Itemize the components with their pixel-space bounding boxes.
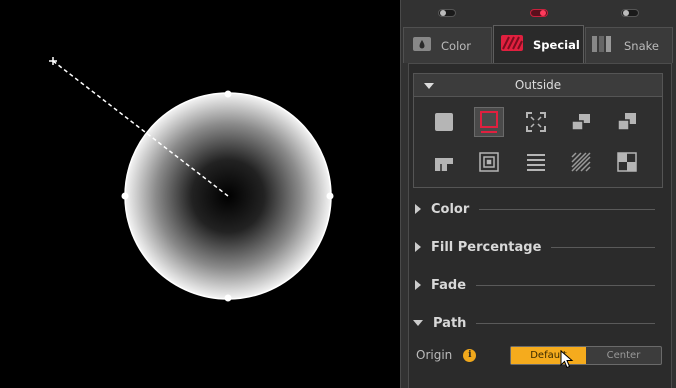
checker-icon bbox=[617, 152, 637, 172]
section-fade-label: Fade bbox=[431, 277, 467, 293]
tab-snake-label: Snake bbox=[624, 38, 659, 53]
style-lines[interactable] bbox=[521, 147, 551, 177]
tab-snake[interactable]: Snake bbox=[585, 27, 673, 63]
style-square-outline[interactable] bbox=[474, 107, 504, 137]
outside-style-grid bbox=[413, 97, 663, 188]
lines-icon bbox=[527, 154, 545, 171]
style-stacked-squares[interactable] bbox=[566, 107, 596, 137]
section-path[interactable]: Path bbox=[413, 313, 663, 333]
concentric-squares-icon bbox=[479, 152, 499, 172]
steps-icon bbox=[435, 158, 453, 171]
section-fill-percentage-label: Fill Percentage bbox=[431, 239, 542, 255]
expand-arrow-icon bbox=[415, 242, 421, 252]
stacked-squares-icon bbox=[571, 114, 590, 131]
expand-arrow-icon bbox=[415, 204, 421, 214]
style-steps[interactable] bbox=[429, 147, 459, 177]
handle-left[interactable] bbox=[121, 192, 129, 200]
style-diagonal-hatch[interactable] bbox=[566, 147, 596, 177]
color-drop-icon bbox=[413, 37, 431, 54]
style-square-fill[interactable] bbox=[429, 107, 459, 137]
origin-default-option[interactable]: Default bbox=[511, 347, 586, 364]
expand-arrow-icon bbox=[415, 280, 421, 290]
handle-bottom[interactable] bbox=[224, 294, 232, 302]
style-checker[interactable] bbox=[612, 147, 642, 177]
origin-label: Origin bbox=[416, 348, 453, 362]
style-offset-squares[interactable] bbox=[612, 107, 642, 137]
square-fill-icon bbox=[435, 113, 453, 131]
divider bbox=[476, 322, 655, 324]
handle-right[interactable] bbox=[326, 192, 334, 200]
toggle-color[interactable] bbox=[438, 9, 456, 17]
section-path-label: Path bbox=[433, 315, 467, 331]
outside-title: Outside bbox=[514, 78, 562, 92]
tab-special[interactable]: Special bbox=[493, 25, 584, 63]
tab-special-label: Special bbox=[533, 37, 580, 52]
special-stripes-icon bbox=[501, 35, 523, 54]
section-fade[interactable]: Fade bbox=[413, 275, 663, 295]
divider bbox=[551, 246, 655, 248]
toggle-snake[interactable] bbox=[621, 9, 639, 17]
origin-segmented-control[interactable]: Default Center bbox=[510, 346, 662, 365]
snake-bars-icon bbox=[592, 36, 612, 55]
mouse-cursor-icon bbox=[560, 350, 574, 369]
outside-section-header[interactable]: Outside bbox=[413, 73, 663, 97]
info-icon[interactable]: i bbox=[463, 348, 477, 362]
canvas-area[interactable] bbox=[0, 0, 400, 388]
section-fill-percentage[interactable]: Fill Percentage bbox=[413, 237, 663, 257]
collapse-arrow-icon bbox=[424, 83, 434, 89]
canvas-svg bbox=[49, 57, 334, 302]
style-concentric[interactable] bbox=[474, 147, 504, 177]
tab-color[interactable]: Color bbox=[403, 27, 492, 63]
corners-icon bbox=[526, 112, 546, 132]
divider bbox=[479, 208, 655, 210]
square-outline-icon bbox=[480, 111, 498, 133]
divider bbox=[476, 284, 655, 286]
toggle-special[interactable] bbox=[530, 9, 548, 17]
style-corners[interactable] bbox=[521, 107, 551, 137]
diagonal-hatch-icon bbox=[571, 152, 591, 172]
section-color[interactable]: Color bbox=[413, 199, 663, 219]
offset-squares-icon bbox=[617, 113, 636, 131]
origin-center-option[interactable]: Center bbox=[586, 347, 661, 364]
section-color-label: Color bbox=[431, 201, 470, 217]
collapse-arrow-icon bbox=[413, 320, 423, 326]
handle-top[interactable] bbox=[224, 90, 232, 98]
tab-color-label: Color bbox=[441, 38, 472, 53]
